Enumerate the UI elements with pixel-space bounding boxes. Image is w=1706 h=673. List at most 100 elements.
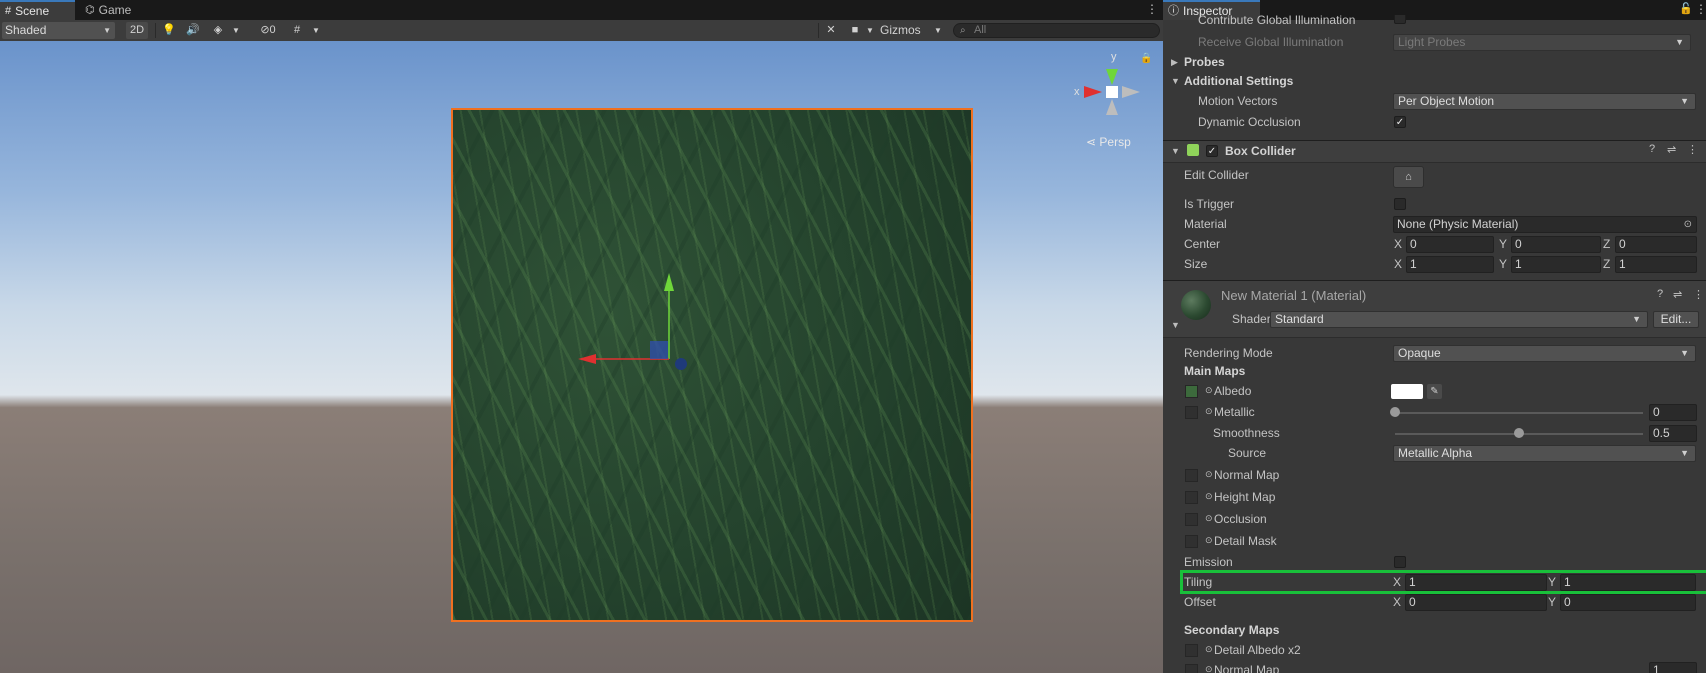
contribute-gi-checkbox[interactable] xyxy=(1394,15,1406,24)
probes-foldout[interactable]: ▶ Probes xyxy=(1163,53,1706,72)
tab-game[interactable]: ⌬ Game xyxy=(80,0,151,20)
center-x-axis-label[interactable]: X xyxy=(1394,235,1402,254)
more-options-icon[interactable]: ⋮ xyxy=(1695,2,1706,16)
foldout-closed-icon: ▶ xyxy=(1171,57,1178,67)
gizmo-z-handle[interactable] xyxy=(675,358,687,370)
view-center-cube-icon[interactable] xyxy=(1106,86,1118,98)
metallic-texture-slot[interactable] xyxy=(1185,406,1198,419)
offset-x-field[interactable]: 0 xyxy=(1405,594,1547,611)
view-neg-x-cone-icon[interactable] xyxy=(1122,86,1140,98)
size-x-field[interactable]: 1 xyxy=(1406,256,1494,273)
texture-picker-icon[interactable]: ⊙ xyxy=(1205,469,1213,480)
view-neg-y-cone-icon[interactable] xyxy=(1106,99,1118,115)
source-dropdown[interactable]: Metallic Alpha ▼ xyxy=(1393,445,1696,462)
edit-collider-button[interactable]: ⌂ xyxy=(1393,166,1424,188)
grass-textured-cube[interactable] xyxy=(451,108,973,622)
size-z-axis-label[interactable]: Z xyxy=(1603,255,1610,274)
shading-mode-dropdown[interactable]: Shaded ▼ xyxy=(2,22,115,39)
gizmo-plane-handle[interactable] xyxy=(650,341,668,359)
grid-dropdown-chevron-icon[interactable]: ▼ xyxy=(310,22,322,39)
edit-shader-button[interactable]: Edit... xyxy=(1653,311,1699,328)
motion-vectors-value: Per Object Motion xyxy=(1398,94,1495,108)
gizmo-y-arrow-icon[interactable] xyxy=(664,273,674,291)
metallic-slider-track[interactable] xyxy=(1395,412,1643,414)
texture-picker-icon[interactable]: ⊙ xyxy=(1205,513,1213,524)
camera-icon[interactable]: ■ xyxy=(846,22,864,39)
texture-picker-icon[interactable]: ⊙ xyxy=(1205,406,1213,417)
center-z-axis-label[interactable]: Z xyxy=(1603,235,1610,254)
detail-albedo-texture-slot[interactable] xyxy=(1185,644,1198,657)
more-options-icon[interactable]: ⋮ xyxy=(1146,2,1158,16)
preset-sliders-icon[interactable]: ⇌ xyxy=(1673,288,1682,301)
smoothness-slider-knob[interactable] xyxy=(1514,428,1524,438)
occlusion-texture-slot[interactable] xyxy=(1185,513,1198,526)
size-y-axis-label[interactable]: Y xyxy=(1499,255,1507,274)
secondary-normal-scale-field[interactable]: 1 xyxy=(1649,662,1697,673)
foldout-open-icon[interactable]: ▼ xyxy=(1171,142,1180,161)
grid-snap-icon[interactable]: # xyxy=(288,22,306,39)
hidden-objects-toggle[interactable]: ⊘0 xyxy=(252,22,284,39)
eyedropper-icon[interactable]: ✎ xyxy=(1427,384,1442,399)
metallic-value-field[interactable]: 0 xyxy=(1649,404,1697,421)
lighting-toggle-icon[interactable]: 💡 xyxy=(160,22,178,39)
albedo-color-swatch[interactable] xyxy=(1391,384,1423,399)
gizmos-dropdown[interactable]: Gizmos ▼ xyxy=(880,22,944,39)
view-x-cone-icon[interactable] xyxy=(1084,86,1102,98)
texture-picker-icon[interactable]: ⊙ xyxy=(1205,535,1213,546)
perspective-label[interactable]: ⋖ Persp xyxy=(1086,135,1131,149)
center-y-axis-label[interactable]: Y xyxy=(1499,235,1507,254)
secondary-normal-map-texture-slot[interactable] xyxy=(1185,664,1198,673)
offset-y-axis-label[interactable]: Y xyxy=(1548,593,1556,612)
box-collider-enabled-checkbox[interactable]: ✓ xyxy=(1206,145,1218,157)
offset-y-field[interactable]: 0 xyxy=(1560,594,1696,611)
more-options-icon[interactable]: ⋮ xyxy=(1687,143,1698,156)
size-x-axis-label[interactable]: X xyxy=(1394,255,1402,274)
size-z-field[interactable]: 1 xyxy=(1615,256,1697,273)
smoothness-value-field[interactable]: 0.5 xyxy=(1649,425,1697,442)
metallic-slider-knob[interactable] xyxy=(1390,407,1400,417)
lock-icon[interactable]: 🔒 xyxy=(1140,53,1152,64)
shader-dropdown[interactable]: Standard ▼ xyxy=(1270,311,1648,328)
camera-dropdown-chevron-icon[interactable]: ▼ xyxy=(864,22,876,39)
texture-picker-icon[interactable]: ⊙ xyxy=(1205,644,1213,655)
collider-material-field[interactable]: None (Physic Material) ⊙ xyxy=(1393,216,1697,233)
albedo-texture-slot[interactable] xyxy=(1185,385,1198,398)
detail-mask-texture-slot[interactable] xyxy=(1185,535,1198,548)
help-icon[interactable]: ? xyxy=(1649,143,1655,155)
box-collider-header[interactable]: ▼ ✓ Box Collider ? ⇌ ⋮ xyxy=(1163,140,1706,163)
effects-dropdown-chevron-icon[interactable]: ▼ xyxy=(230,22,242,39)
texture-picker-icon[interactable]: ⊙ xyxy=(1205,385,1213,396)
texture-picker-icon[interactable]: ⊙ xyxy=(1205,664,1213,673)
height-map-texture-slot[interactable] xyxy=(1185,491,1198,504)
motion-vectors-dropdown[interactable]: Per Object Motion ▼ xyxy=(1393,93,1696,110)
lock-icon[interactable]: 🔓 xyxy=(1679,2,1693,15)
normal-map-texture-slot[interactable] xyxy=(1185,469,1198,482)
center-x-field[interactable]: 0 xyxy=(1406,236,1494,253)
effects-toggle-icon[interactable]: ◈ xyxy=(208,22,228,39)
emission-checkbox[interactable] xyxy=(1394,556,1406,568)
2d-toggle-button[interactable]: 2D xyxy=(126,22,148,39)
size-y-field[interactable]: 1 xyxy=(1511,256,1601,273)
preset-sliders-icon[interactable]: ⇌ xyxy=(1667,143,1676,156)
scene-search-input[interactable]: ⌕ All xyxy=(953,23,1160,38)
texture-picker-icon[interactable]: ⊙ xyxy=(1205,491,1213,502)
center-z-field[interactable]: 0 xyxy=(1615,236,1697,253)
view-y-cone-icon[interactable] xyxy=(1106,69,1118,85)
move-tool-gizmo[interactable] xyxy=(570,261,690,401)
receive-gi-row: Receive Global Illumination Light Probes… xyxy=(1163,33,1706,52)
help-icon[interactable]: ? xyxy=(1657,288,1663,300)
object-picker-icon[interactable]: ⊙ xyxy=(1684,217,1692,232)
tab-scene[interactable]: # Scene xyxy=(0,0,75,20)
center-y-field[interactable]: 0 xyxy=(1511,236,1601,253)
is-trigger-checkbox[interactable] xyxy=(1394,198,1406,210)
gizmo-x-arrow-icon[interactable] xyxy=(578,354,596,364)
dynamic-occlusion-checkbox[interactable]: ✓ xyxy=(1394,116,1406,128)
offset-x-axis-label[interactable]: X xyxy=(1393,593,1401,612)
tools-icon[interactable]: ✕ xyxy=(822,22,840,39)
audio-toggle-icon[interactable]: 🔊 xyxy=(184,22,202,39)
more-options-icon[interactable]: ⋮ xyxy=(1693,288,1704,301)
foldout-open-icon[interactable]: ▼ xyxy=(1171,316,1180,335)
scene-viewport[interactable]: y x 🔒 ⋖ Persp xyxy=(0,41,1163,673)
rendering-mode-dropdown[interactable]: Opaque ▼ xyxy=(1393,345,1696,362)
additional-settings-foldout[interactable]: ▼ Additional Settings xyxy=(1163,72,1706,91)
